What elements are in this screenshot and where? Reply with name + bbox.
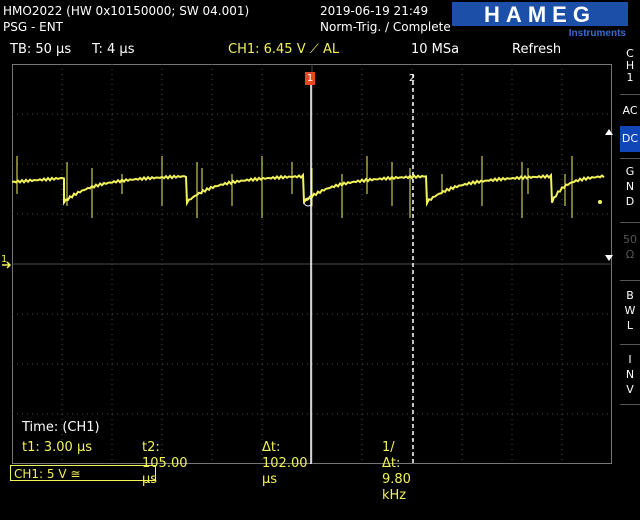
trigger-level-dot-icon — [598, 200, 602, 204]
bandwidth-limit-button[interactable]: B W L — [620, 288, 640, 333]
cursor-t1-value: t1: 3.00 µs — [22, 440, 93, 455]
acquisition-mode-label[interactable]: Refresh — [512, 42, 561, 58]
sample-rate-label: 10 MSa — [411, 42, 460, 57]
ground-arrow-icon — [2, 261, 12, 269]
cursor-delta-time: Δt: 102.00 µs — [262, 440, 308, 487]
trigger-level-arrow-icon[interactable] — [604, 254, 614, 262]
waveform-spikes — [16, 156, 573, 218]
channel-scale-box[interactable]: CH1: 5 V ≅ — [10, 465, 156, 481]
cursor2-marker[interactable]: 2 — [407, 72, 417, 85]
cursor-readout-panel: Time: (CH1) t1: 3.00 µs t2: 105.00 µs Δt… — [22, 420, 411, 503]
cursor-lines — [303, 74, 414, 464]
device-info: HMO2022 (HW 0x10150000; SW 04.001) — [3, 4, 250, 18]
brand-text: HAMEG — [484, 2, 596, 27]
cursor-panel-title: Time: (CH1) — [22, 420, 100, 435]
coupling-gnd-button[interactable]: G N D — [620, 164, 640, 209]
hameg-logo: HAMEG Instruments — [452, 2, 628, 38]
cursor1-marker[interactable]: 1 — [305, 72, 315, 85]
mode-info: PSG - ENT — [3, 20, 63, 34]
trigger-source-label[interactable]: CH1: 6.45 V ⟋ AL — [228, 42, 339, 58]
cursor-inverse-delta: 1/Δt: 9.80 kHz — [382, 440, 411, 503]
trigger-time-label[interactable]: T: 4 µs — [92, 42, 134, 58]
coupling-dc-button[interactable]: DC — [620, 126, 640, 152]
brand-sub-text: Instruments — [569, 28, 627, 38]
ch1-waveform — [12, 172, 605, 208]
invert-button[interactable]: I N V — [620, 352, 640, 397]
graticule — [12, 64, 612, 464]
channel-selector-ch1[interactable]: C H 1 — [620, 48, 640, 84]
impedance-50ohm-button[interactable]: 50 Ω — [620, 232, 640, 262]
timebase-label[interactable]: TB: 50 µs — [10, 42, 71, 58]
waveform-display[interactable] — [12, 64, 612, 464]
coupling-ac-button[interactable]: AC — [620, 102, 640, 120]
scroll-up-arrow-icon[interactable] — [604, 128, 614, 136]
trigger-status: Norm-Trig. / Complete — [320, 20, 451, 34]
status-bar: TB: 50 µs T: 4 µs CH1: 6.45 V ⟋ AL 10 MS… — [0, 40, 640, 60]
datetime: 2019-06-19 21:49 — [320, 4, 429, 18]
